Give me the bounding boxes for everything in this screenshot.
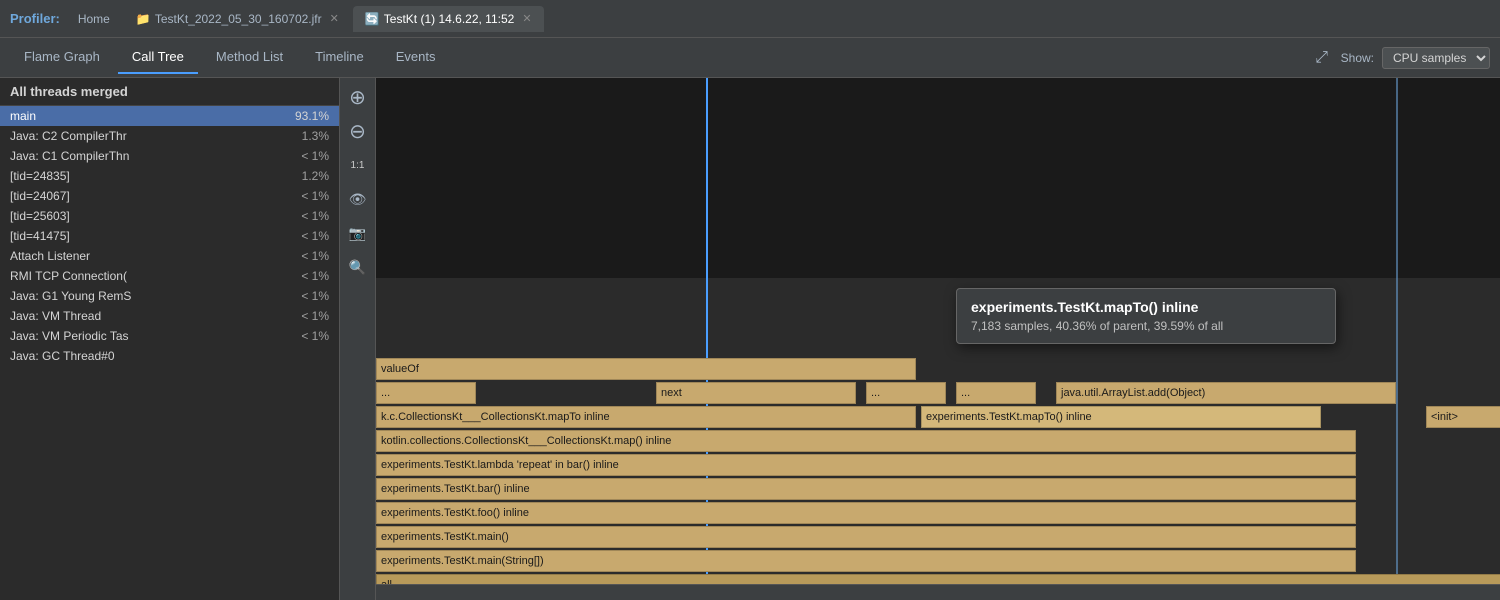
flame-dots-2[interactable]: ... [866,382,946,404]
tab-events[interactable]: Events [382,41,450,74]
main-content: All threads merged main 93.1% Java: C2 C… [0,78,1500,600]
scrollbar[interactable] [376,584,1500,600]
flame-main[interactable]: experiments.TestKt.main() [376,526,1356,548]
tab-method-list[interactable]: Method List [202,41,297,74]
sidebar-item-pct-1: 1.3% [302,129,329,143]
sidebar-item-1[interactable]: Java: C2 CompilerThr 1.3% [0,126,339,146]
sidebar-item-name-8: RMI TCP Connection( [10,269,293,283]
camera-button[interactable]: 📷 [345,220,371,246]
tooltip-title: experiments.TestKt.mapTo() inline [971,299,1321,315]
sidebar-item-12[interactable]: Java: GC Thread#0 [0,346,339,366]
flame-init[interactable]: <init> [1426,406,1500,428]
sidebar-item-pct-3: 1.2% [302,169,329,183]
sidebar-item-2[interactable]: Java: C1 CompilerThn < 1% [0,146,339,166]
ratio-button[interactable]: 1:1 [345,152,371,178]
flame-mapTo-kt[interactable]: k.c.CollectionsKt___CollectionsKt.mapTo … [376,406,916,428]
profiler-label: Profiler: [10,11,60,26]
sidebar-item-pct-11: < 1% [301,329,329,343]
expand-icon[interactable]: ⤢ [1311,47,1333,69]
flamegraph-area[interactable]: valueOf ... next ... ... java.util.Array… [376,78,1500,600]
sidebar-item-pct-0: 93.1% [295,109,329,123]
flame-bar[interactable]: experiments.TestKt.bar() inline [376,478,1356,500]
sidebar-items: main 93.1% Java: C2 CompilerThr 1.3% Jav… [0,106,339,366]
tab-home[interactable]: Home [66,6,122,32]
sidebar-item-11[interactable]: Java: VM Periodic Tas < 1% [0,326,339,346]
show-label: Show: [1341,51,1374,65]
active-tab-icon: 🔄 [365,12,380,26]
flame-next[interactable]: next [656,382,856,404]
sidebar-item-name-3: [tid=24835] [10,169,294,183]
side-controls: ⊕ ⊖ 1:1 👁 📷 🔍 [340,78,376,600]
sidebar-item-name-4: [tid=24067] [10,189,293,203]
sidebar-item-pct-2: < 1% [301,149,329,163]
sidebar-item-pct-7: < 1% [301,249,329,263]
toolbar: Flame Graph Call Tree Method List Timeli… [0,38,1500,78]
flame-dots-1[interactable]: ... [376,382,476,404]
flame-dots-3[interactable]: ... [956,382,1036,404]
tab-file[interactable]: 📁 TestKt_2022_05_30_160702.jfr ✕ [124,6,351,32]
show-select[interactable]: CPU samples [1382,47,1490,69]
zoom-in-button[interactable]: ⊕ [345,84,371,110]
flame-mapTo-exp[interactable]: experiments.TestKt.mapTo() inline [921,406,1321,428]
flame-valueof[interactable]: valueOf [376,358,916,380]
sidebar-item-name-11: Java: VM Periodic Tas [10,329,293,343]
file-tab-label: TestKt_2022_05_30_160702.jfr [155,12,322,26]
tab-active[interactable]: 🔄 TestKt (1) 14.6.22, 11:52 ✕ [353,6,544,32]
sidebar-item-pct-8: < 1% [301,269,329,283]
sidebar-item-pct-9: < 1% [301,289,329,303]
sidebar-item-4[interactable]: [tid=24067] < 1% [0,186,339,206]
tooltip-body: 7,183 samples, 40.36% of parent, 39.59% … [971,319,1321,333]
flame-lambda-repeat[interactable]: experiments.TestKt.lambda 'repeat' in ba… [376,454,1356,476]
sidebar-item-name-9: Java: G1 Young RemS [10,289,293,303]
sidebar-item-10[interactable]: Java: VM Thread < 1% [0,306,339,326]
sidebar-item-name-1: Java: C2 CompilerThr [10,129,294,143]
sidebar-item-pct-5: < 1% [301,209,329,223]
zoom-out-button[interactable]: ⊖ [345,118,371,144]
sidebar-item-5[interactable]: [tid=25603] < 1% [0,206,339,226]
title-bar: Profiler: Home 📁 TestKt_2022_05_30_16070… [0,0,1500,38]
sidebar-item-name-0: main [10,109,287,123]
sidebar-item-pct-6: < 1% [301,229,329,243]
flame-arraylist-add[interactable]: java.util.ArrayList.add(Object) [1056,382,1396,404]
active-tab-close[interactable]: ✕ [522,12,531,25]
tab-flame-graph[interactable]: Flame Graph [10,41,114,74]
flame-foo[interactable]: experiments.TestKt.foo() inline [376,502,1356,524]
tab-timeline[interactable]: Timeline [301,41,378,74]
sidebar-header: All threads merged [0,78,339,106]
sidebar-item-name-5: [tid=25603] [10,209,293,223]
sidebar-item-6[interactable]: [tid=41475] < 1% [0,226,339,246]
sidebar-item-pct-4: < 1% [301,189,329,203]
sidebar-item-name-6: [tid=41475] [10,229,293,243]
file-tab-close[interactable]: ✕ [330,12,339,25]
sidebar-item-name-7: Attach Listener [10,249,293,263]
sidebar-item-pct-10: < 1% [301,309,329,323]
sidebar-item-3[interactable]: [tid=24835] 1.2% [0,166,339,186]
eye-button[interactable]: 👁 [345,186,371,212]
sidebar: All threads merged main 93.1% Java: C2 C… [0,78,340,600]
sidebar-item-0[interactable]: main 93.1% [0,106,339,126]
vline-2 [1396,78,1398,584]
sidebar-item-name-12: Java: GC Thread#0 [10,349,321,363]
sidebar-item-8[interactable]: RMI TCP Connection( < 1% [0,266,339,286]
sidebar-item-name-2: Java: C1 CompilerThn [10,149,293,163]
flame-main-string[interactable]: experiments.TestKt.main(String[]) [376,550,1356,572]
search-button[interactable]: 🔍 [345,254,371,280]
folder-icon: 📁 [136,12,151,26]
sidebar-item-name-10: Java: VM Thread [10,309,293,323]
home-label: Home [78,12,110,26]
flame-collections-map[interactable]: kotlin.collections.CollectionsKt___Colle… [376,430,1356,452]
sidebar-item-7[interactable]: Attach Listener < 1% [0,246,339,266]
dark-background [376,78,1500,278]
tooltip: experiments.TestKt.mapTo() inline 7,183 … [956,288,1336,344]
tab-call-tree[interactable]: Call Tree [118,41,198,74]
active-tab-label: TestKt (1) 14.6.22, 11:52 [384,12,515,26]
sidebar-item-9[interactable]: Java: G1 Young RemS < 1% [0,286,339,306]
